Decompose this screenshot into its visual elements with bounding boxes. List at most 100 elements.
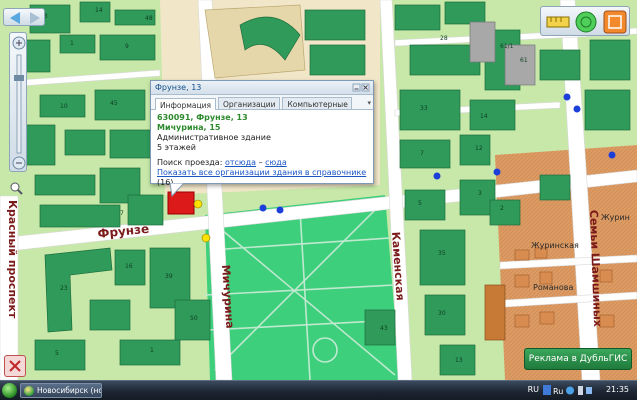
globe-icon[interactable] <box>575 11 597 33</box>
map-toolbar <box>540 6 630 36</box>
building <box>469 99 516 131</box>
building <box>539 311 555 325</box>
building-number: 50 <box>190 315 198 322</box>
windows-start-icon[interactable] <box>2 383 17 398</box>
back-icon[interactable] <box>10 12 20 24</box>
volume-icon[interactable] <box>578 386 583 395</box>
show-all-orgs-link[interactable]: Показать все организации здания в справо… <box>157 168 366 177</box>
address-primary: 630091, Фрунзе, 13 <box>157 113 248 122</box>
advertising-button[interactable]: Реклама в ДубльГИС <box>524 348 632 370</box>
building <box>399 89 461 131</box>
building-number: 61/1 <box>500 43 514 50</box>
building <box>109 129 156 159</box>
route-from-link[interactable]: отсюда <box>225 158 256 167</box>
building <box>504 44 536 86</box>
street-zhurinskaya-short: Журин <box>601 213 630 222</box>
building-number: 39 <box>165 273 173 280</box>
language-indicator[interactable]: RU <box>528 385 539 394</box>
zoom-out-icon[interactable] <box>12 156 26 170</box>
popup-pointer <box>169 183 185 197</box>
building-number: 7 <box>120 210 124 217</box>
building-number: 48 <box>145 15 153 22</box>
doublegis-app-icon <box>24 386 34 396</box>
building-number: 5 <box>55 350 59 357</box>
building <box>309 44 366 76</box>
building <box>409 44 481 76</box>
building <box>59 34 96 54</box>
street-romanova: Романова <box>533 283 573 292</box>
building-number: 43 <box>380 325 388 332</box>
search-magnifier-icon[interactable] <box>9 180 23 195</box>
building <box>34 339 86 371</box>
close-icon[interactable] <box>4 355 26 377</box>
route-to-link[interactable]: сюда <box>265 158 287 167</box>
app-window: Фрунзе Мичурина Каменская Красный проспе… <box>0 0 637 400</box>
tab-computer[interactable]: Компьютерные ... <box>282 97 353 109</box>
close-icon[interactable] <box>361 83 370 92</box>
forward-icon[interactable] <box>30 12 40 24</box>
route-search: Поиск проезда: отсюда – сюда <box>157 158 367 168</box>
building <box>589 39 631 81</box>
building-number: 7 <box>420 150 424 157</box>
keyboard-layout-icon[interactable]: Ru <box>543 384 565 397</box>
security-icon[interactable] <box>586 387 592 394</box>
building-number: 2 <box>500 205 504 212</box>
building <box>304 9 366 41</box>
building-number: 1 <box>70 40 74 47</box>
building-number: 10 <box>60 103 68 110</box>
measure-icon[interactable] <box>603 10 627 34</box>
route-dash: – <box>258 158 263 167</box>
popup-window-controls <box>352 83 370 92</box>
building-number: 35 <box>438 250 446 257</box>
building <box>514 274 530 288</box>
keyboard-layout-text: Ru <box>553 387 563 396</box>
building <box>24 124 56 166</box>
building-floors: 5 этажей <box>157 143 196 152</box>
building-number: 28 <box>440 35 448 42</box>
building-number: 1 <box>150 347 154 354</box>
building <box>514 314 530 328</box>
navigation-history <box>3 8 45 26</box>
building-number: 5 <box>418 200 422 207</box>
building <box>584 89 631 131</box>
tray-icons <box>566 386 592 395</box>
popup-body: 630091, Фрунзе, 13 Мичурина, 15 Админист… <box>151 110 373 191</box>
show-all-orgs: Показать все организации здания в справо… <box>157 168 367 188</box>
tab-info[interactable]: Информация <box>155 98 217 110</box>
building <box>39 204 121 228</box>
taskbar-item-label: Новосибирск (нов... <box>37 386 102 395</box>
tab-organizations[interactable]: Организации <box>218 97 281 109</box>
street-zhurinskaya: Журинская <box>531 241 579 250</box>
building <box>24 39 51 73</box>
network-icon[interactable] <box>566 386 574 395</box>
address-secondary: Мичурина, 15 <box>157 123 221 132</box>
building-number: 16 <box>125 263 133 270</box>
building-number: 23 <box>60 285 68 292</box>
building-number: 14 <box>480 113 488 120</box>
building-number: 13 <box>455 357 463 364</box>
building <box>394 4 441 31</box>
info-popup[interactable]: Фрунзе, 13 Информация Организации Компью… <box>150 80 374 187</box>
building <box>539 174 571 201</box>
popup-tabs: Информация Организации Компьютерные ... … <box>151 95 373 110</box>
building <box>34 174 96 196</box>
building <box>127 194 164 226</box>
zoom-slider-icon[interactable] <box>14 54 24 154</box>
building <box>94 89 146 121</box>
building <box>419 229 466 286</box>
popup-header[interactable]: Фрунзе, 13 <box>151 81 373 95</box>
building <box>399 139 451 169</box>
ruler-icon[interactable] <box>546 16 570 28</box>
minimize-icon[interactable] <box>352 83 361 92</box>
building <box>489 199 521 226</box>
building-number: 61 <box>520 57 528 64</box>
taskbar-item-doublegis[interactable]: Новосибирск (нов... <box>20 383 102 398</box>
building-number: 9 <box>125 43 129 50</box>
route-label: Поиск проезда: <box>157 158 223 167</box>
chevron-down-icon[interactable]: ▾ <box>367 97 371 109</box>
building-number: 3 <box>478 190 482 197</box>
street-krasny-prospekt: Красный проспект <box>6 200 19 319</box>
building <box>514 249 530 261</box>
zoom-in-icon[interactable] <box>12 36 26 50</box>
building-number: 45 <box>110 100 118 107</box>
